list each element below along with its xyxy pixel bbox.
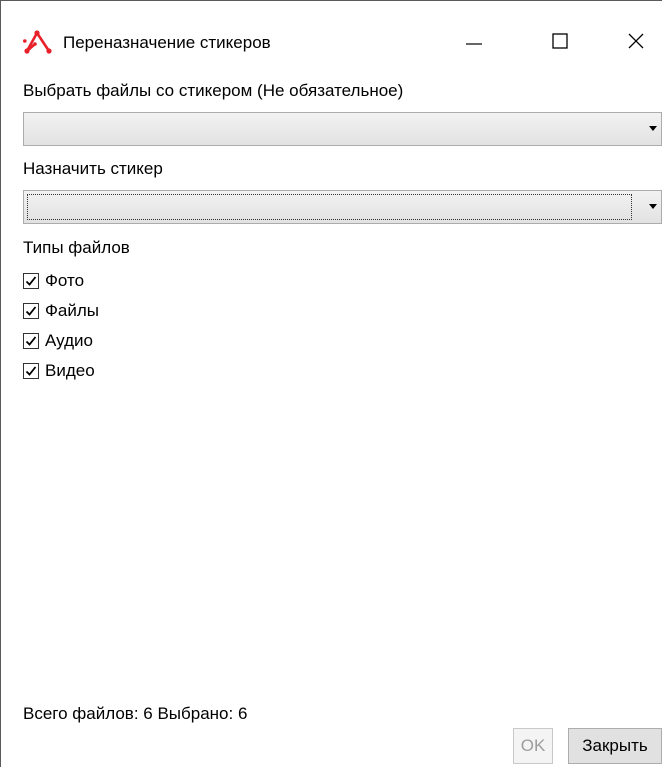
checkmark-icon bbox=[25, 306, 37, 316]
checkbox-box[interactable] bbox=[23, 303, 39, 319]
checkmark-icon bbox=[25, 366, 37, 376]
file-types-label: Типы файлов bbox=[23, 238, 130, 257]
checkbox-label: Файлы bbox=[45, 301, 100, 320]
title-bar[interactable]: Переназначение стикеров bbox=[1, 1, 662, 79]
close-icon bbox=[628, 33, 644, 49]
checkbox-label: Видео bbox=[45, 361, 95, 380]
checkbox-box[interactable] bbox=[23, 333, 39, 349]
close-window-button[interactable] bbox=[607, 19, 662, 63]
checkmark-icon bbox=[25, 336, 37, 346]
assign-sticker-dropdown[interactable] bbox=[23, 190, 662, 224]
minimize-icon bbox=[466, 43, 482, 45]
maximize-icon bbox=[552, 33, 568, 49]
app-logo-icon bbox=[23, 30, 53, 56]
checkbox-label: Фото bbox=[45, 271, 85, 290]
checkmark-icon bbox=[25, 276, 37, 286]
status-text: Всего файлов: 6 Выбрано: 6 bbox=[23, 704, 248, 723]
checkbox-box[interactable] bbox=[23, 273, 39, 289]
window-title: Переназначение стикеров bbox=[63, 33, 271, 52]
chevron-down-icon bbox=[649, 126, 657, 131]
sticker-reassign-window: Переназначение стикеров Выбрать файлы со… bbox=[0, 0, 662, 767]
filter-sticker-dropdown[interactable] bbox=[23, 112, 662, 146]
assign-sticker-label: Назначить стикер bbox=[23, 159, 163, 178]
close-button[interactable]: Закрыть bbox=[568, 728, 662, 764]
chevron-down-icon bbox=[649, 204, 657, 209]
focus-rectangle bbox=[27, 194, 632, 220]
filter-sticker-label: Выбрать файлы со стикером (Не обязательн… bbox=[23, 81, 404, 100]
checkbox-box[interactable] bbox=[23, 363, 39, 379]
minimize-button[interactable] bbox=[445, 19, 503, 63]
ok-button[interactable]: OK bbox=[513, 728, 553, 764]
maximize-button[interactable] bbox=[531, 19, 589, 63]
checkbox-label: Аудио bbox=[45, 331, 93, 350]
